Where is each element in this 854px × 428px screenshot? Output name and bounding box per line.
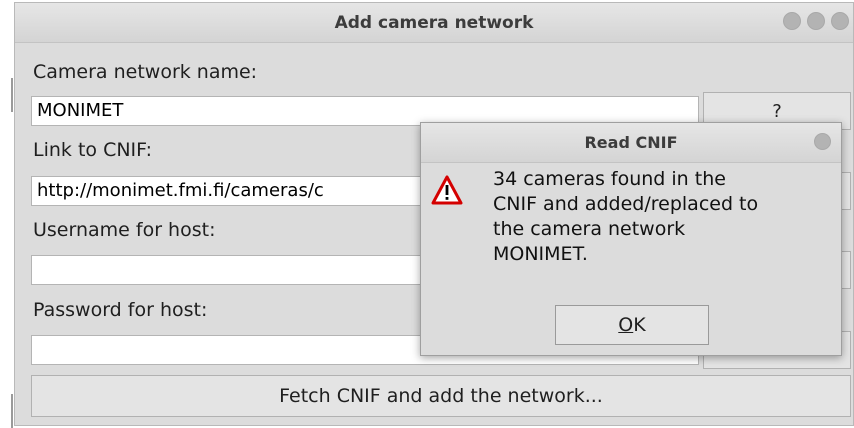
ok-label-rest: K <box>633 314 646 336</box>
dialog-title: Read CNIF <box>584 133 678 152</box>
dialog-titlebar[interactable]: Read CNIF <box>421 123 841 163</box>
cnif-link-label: Link to CNIF: <box>33 139 153 161</box>
read-cnif-dialog: Read CNIF 34 cameras found in the CNIF a… <box>420 122 842 356</box>
edge-mark <box>11 394 13 428</box>
message-line: MONIMET. <box>493 243 588 265</box>
maximize-button[interactable] <box>807 12 825 30</box>
close-button[interactable] <box>831 12 849 30</box>
desktop-edge <box>0 0 14 428</box>
dialog-close-button[interactable] <box>814 133 831 150</box>
window-titlebar[interactable]: Add camera network <box>15 3 853 43</box>
fetch-cnif-button[interactable]: Fetch CNIF and add the network... <box>31 375 851 417</box>
window-title: Add camera network <box>334 13 534 33</box>
message-line: the camera network <box>493 218 686 240</box>
camera-network-name-label: Camera network name: <box>33 61 258 83</box>
ok-button[interactable]: OK <box>555 305 709 345</box>
password-label: Password for host: <box>33 299 208 321</box>
message-line: CNIF and added/replaced to <box>493 193 759 215</box>
message-line: 34 cameras found in the <box>493 168 726 190</box>
edge-mark <box>11 78 13 112</box>
minimize-button[interactable] <box>783 12 801 30</box>
warning-icon <box>431 175 463 205</box>
dialog-message: 34 cameras found in the CNIF and added/r… <box>493 167 839 267</box>
ok-mnemonic: O <box>618 314 634 336</box>
username-label: Username for host: <box>33 219 216 241</box>
